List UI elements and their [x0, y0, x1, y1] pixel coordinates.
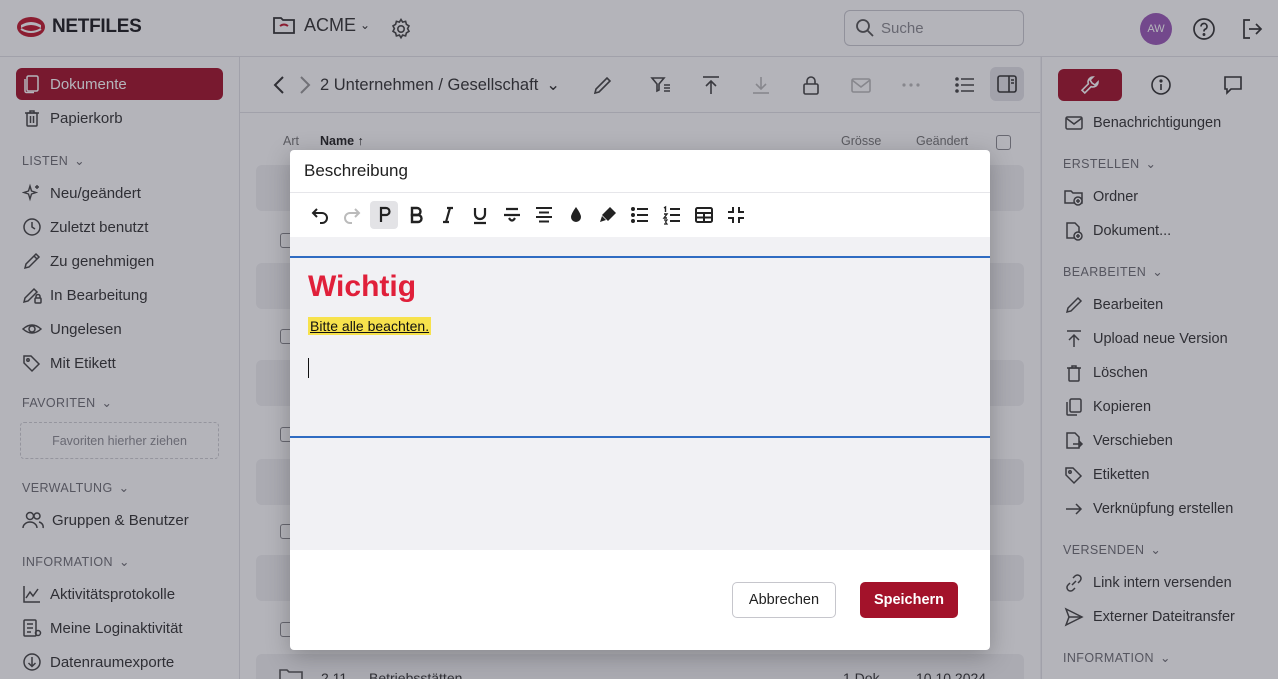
cancel-button[interactable]: Abbrechen	[732, 582, 836, 618]
text-color-icon[interactable]	[562, 201, 590, 229]
bullet-list-icon[interactable]	[626, 201, 654, 229]
table-icon[interactable]	[690, 201, 718, 229]
editor-heading: Wichtig	[308, 270, 417, 303]
redo-icon	[338, 201, 366, 229]
description-dialog: Beschreibung Wichtig Bitte alle beachten…	[290, 150, 990, 650]
rich-text-editor[interactable]: Wichtig Bitte alle beachten.	[290, 256, 990, 438]
align-center-icon[interactable]	[530, 201, 558, 229]
paragraph-icon[interactable]	[370, 201, 398, 229]
italic-icon[interactable]	[434, 201, 462, 229]
save-button[interactable]: Speichern	[860, 582, 958, 618]
undo-icon[interactable]	[306, 201, 334, 229]
editor-paragraph: Bitte alle beachten.	[308, 317, 432, 335]
strikethrough-icon[interactable]	[498, 201, 526, 229]
collapse-icon[interactable]	[722, 201, 750, 229]
editor-wrapper: Wichtig Bitte alle beachten.	[290, 237, 990, 550]
underline-icon[interactable]	[466, 201, 494, 229]
bold-icon[interactable]	[402, 201, 430, 229]
dialog-title: Beschreibung	[304, 161, 408, 180]
editor-toolbar	[290, 193, 990, 237]
highlight-icon[interactable]	[594, 201, 622, 229]
text-caret	[308, 358, 309, 378]
numbered-list-icon[interactable]	[658, 201, 686, 229]
